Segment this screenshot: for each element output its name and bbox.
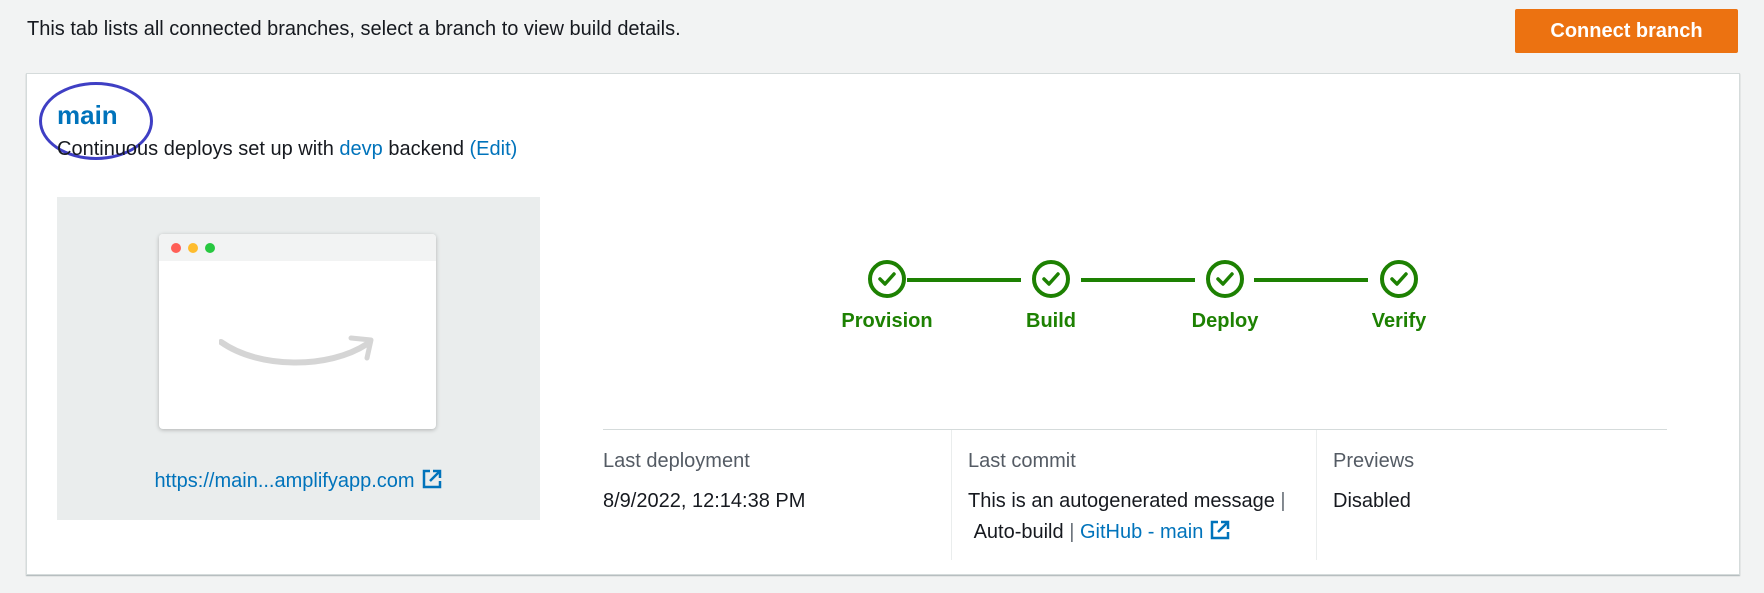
separator: |	[1280, 490, 1286, 512]
minimize-dot-icon	[188, 243, 198, 253]
step-label: Build	[1026, 310, 1076, 332]
app-url-text: https://main...amplifyapp.com	[154, 470, 415, 492]
app-preview: https://main...amplifyapp.com	[57, 197, 540, 520]
branch-card: main Continuous deploys set up with devp…	[26, 73, 1740, 575]
step-verify: Verify	[1329, 260, 1469, 333]
backend-env-link[interactable]: devp	[339, 138, 382, 160]
separator: |	[1069, 521, 1075, 543]
deployment-pipeline: Provision Build Deploy Verify	[817, 260, 1427, 380]
browser-titlebar	[159, 234, 436, 261]
external-link-icon[interactable]	[1209, 519, 1231, 541]
check-icon	[1380, 260, 1418, 298]
step-label: Provision	[841, 310, 933, 332]
repo-link[interactable]: GitHub - main	[1080, 521, 1203, 543]
step-label: Deploy	[1191, 310, 1259, 332]
last-deployment-col: Last deployment 8/9/2022, 12:14:38 PM	[603, 430, 951, 560]
amazon-smile-icon	[219, 335, 374, 366]
desc-prefix: Continuous deploys set up with	[57, 138, 340, 160]
last-deployment-label: Last deployment	[603, 450, 750, 472]
branch-info-row: Last deployment 8/9/2022, 12:14:38 PM La…	[603, 429, 1667, 560]
previews-value: Disabled	[1333, 490, 1411, 512]
close-dot-icon	[171, 243, 181, 253]
check-icon	[1032, 260, 1070, 298]
external-link-icon	[422, 469, 441, 489]
app-url-link[interactable]: https://main...amplifyapp.com	[57, 468, 540, 493]
last-commit-value: This is an autogenerated message | Auto-…	[968, 486, 1286, 548]
connect-branch-button[interactable]: Connect branch	[1515, 9, 1738, 53]
check-icon	[1206, 260, 1244, 298]
step-build: Build	[981, 260, 1121, 333]
desc-mid: backend	[382, 138, 470, 160]
commit-trigger: Auto-build	[973, 521, 1064, 543]
maximize-dot-icon	[205, 243, 215, 253]
check-icon	[868, 260, 906, 298]
step-label: Verify	[1371, 310, 1427, 332]
previews-col: Previews Disabled	[1316, 430, 1667, 560]
last-commit-label: Last commit	[968, 450, 1076, 472]
step-deploy: Deploy	[1155, 260, 1295, 333]
branch-description: Continuous deploys set up with devp back…	[57, 138, 517, 161]
browser-thumbnail[interactable]	[159, 234, 436, 429]
last-deployment-value: 8/9/2022, 12:14:38 PM	[603, 490, 806, 512]
commit-message: This is an autogenerated message	[968, 490, 1275, 512]
edit-backend-link[interactable]: (Edit)	[470, 138, 518, 160]
tab-header: This tab lists all connected branches, s…	[0, 0, 1764, 64]
previews-label: Previews	[1333, 450, 1415, 472]
last-commit-col: Last commit This is an autogenerated mes…	[951, 430, 1317, 560]
step-provision: Provision	[817, 260, 957, 333]
tab-description: This tab lists all connected branches, s…	[27, 18, 681, 40]
